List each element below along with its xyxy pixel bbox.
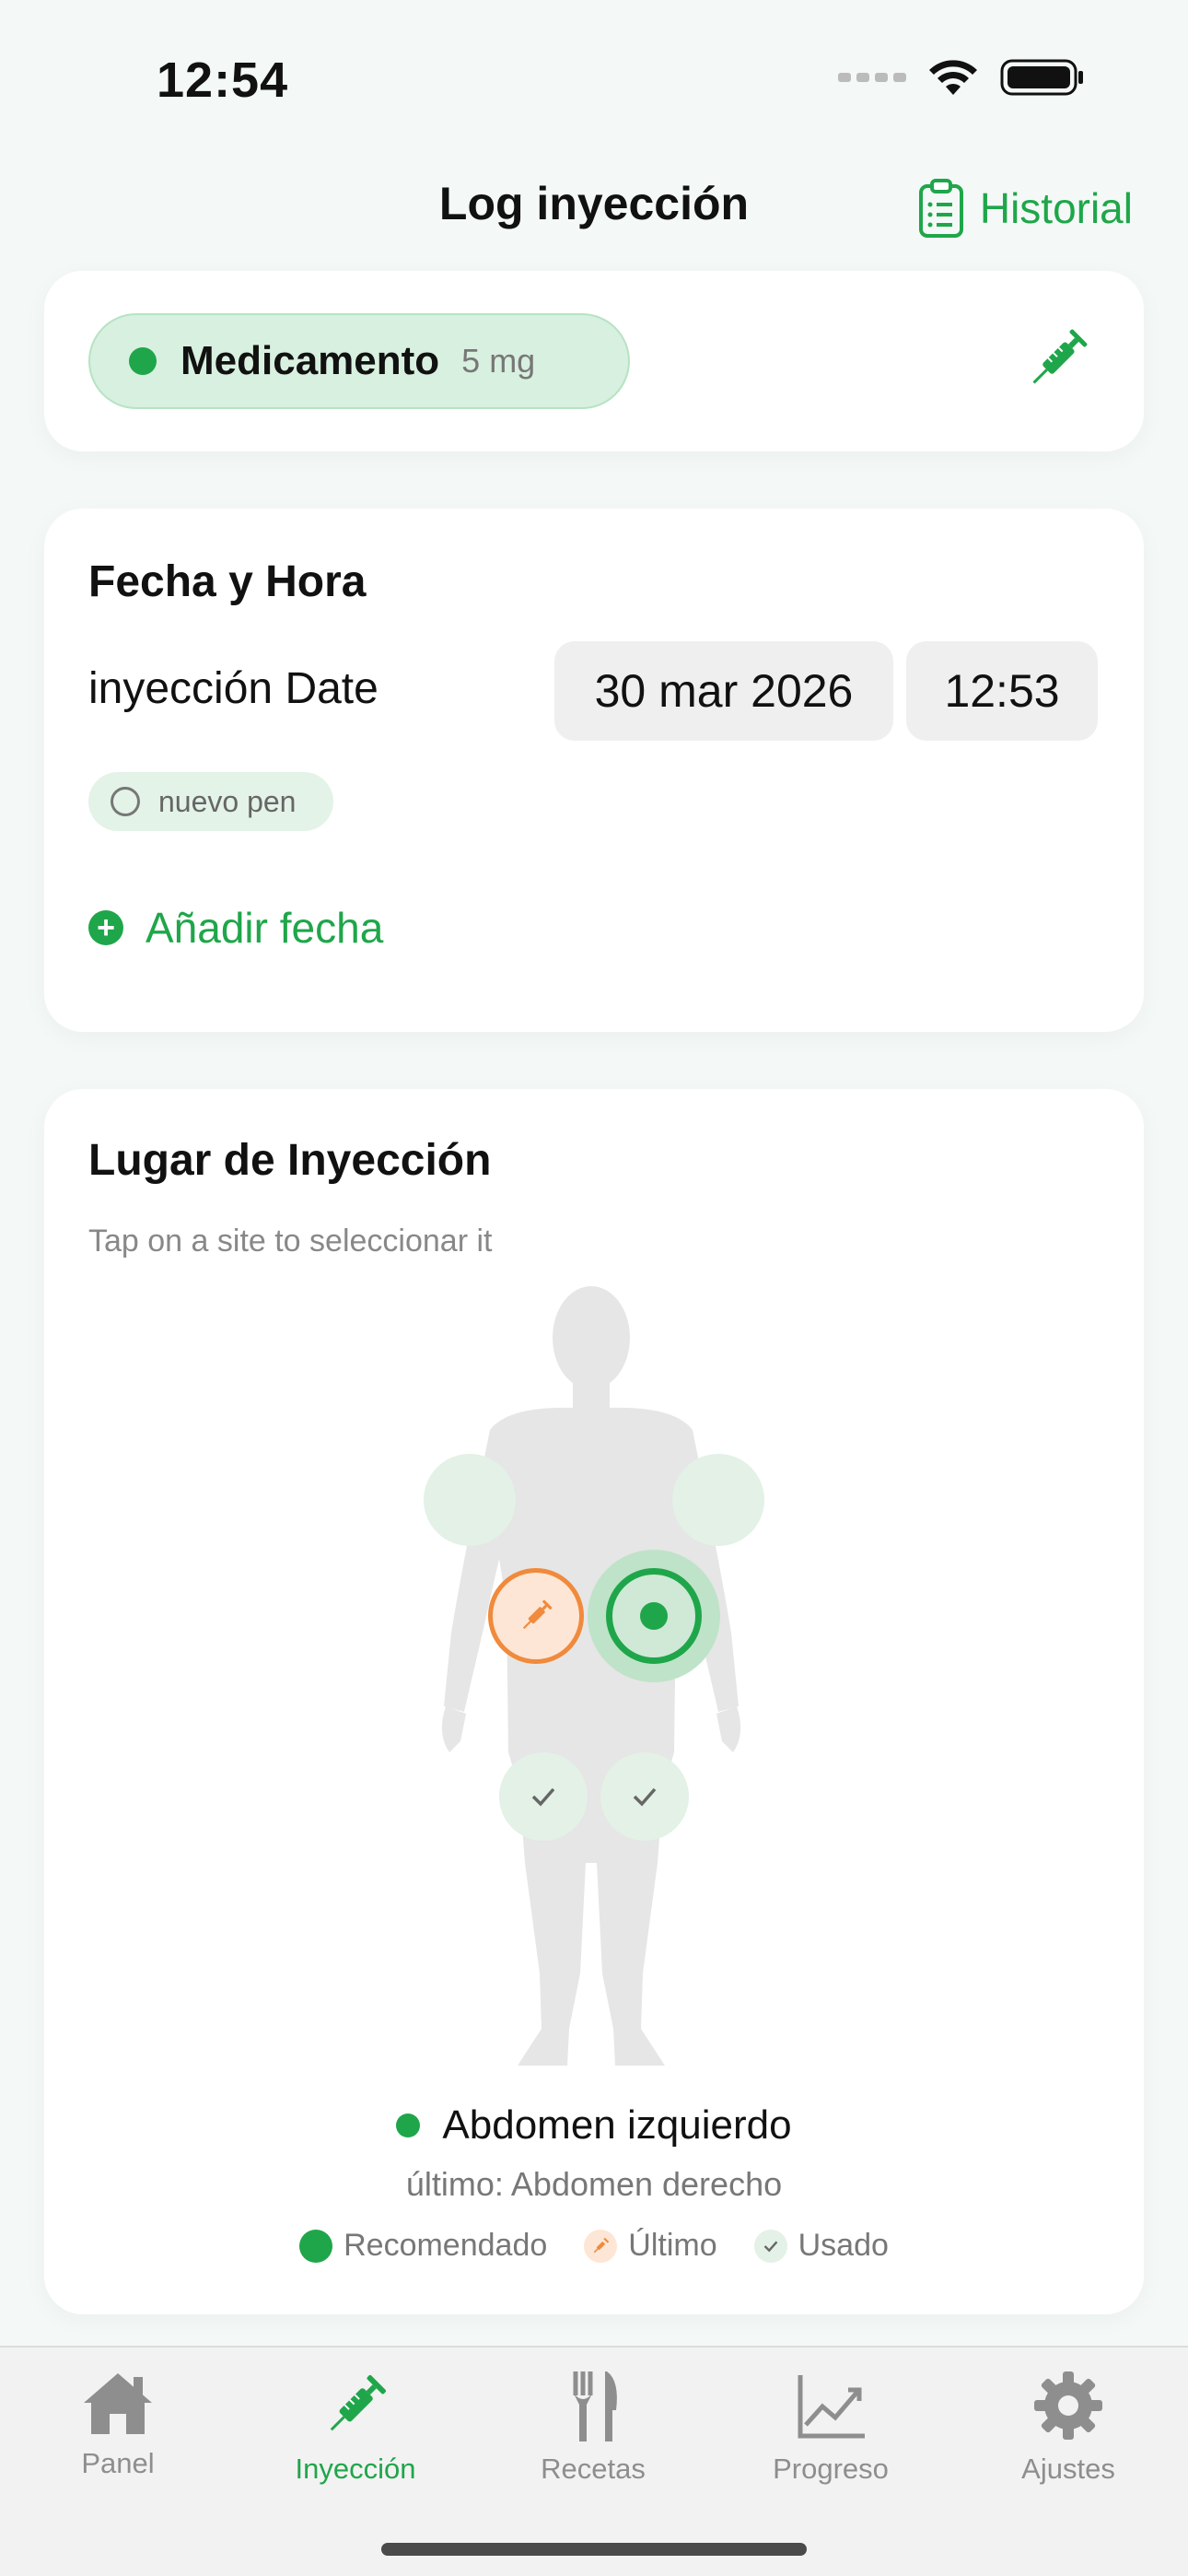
new-pen-toggle[interactable]: nuevo pen [88, 772, 333, 831]
radio-circle-icon [111, 787, 140, 816]
site-abdomen-right[interactable] [488, 1568, 584, 1664]
injection-site-subtitle: Tap on a site to seleccionar it [88, 1224, 493, 1259]
syringe-last-icon [522, 1599, 553, 1630]
injection-site-card: Lugar de Inyección Tap on a site to sele… [44, 1089, 1144, 2314]
date-time-card: Fecha y Hora inyección Date 30 mar 2026 … [44, 509, 1144, 1032]
home-indicator [381, 2543, 807, 2556]
tab-bar: Panel Inyección Recetas Progreso Ajustes [0, 2346, 1188, 2576]
date-picker[interactable]: 30 mar 2026 [554, 641, 893, 741]
medication-card: Medicamento 5 mg [44, 271, 1144, 451]
site-abdomen-left[interactable] [588, 1550, 720, 1682]
selected-site-name: Abdomen izquierdo [442, 2102, 792, 2148]
wifi-icon [929, 60, 977, 95]
fork-knife-icon [573, 2371, 617, 2441]
tab-progress-label: Progreso [773, 2453, 889, 2485]
date-time-title: Fecha y Hora [88, 557, 367, 606]
chart-icon [798, 2375, 865, 2439]
selected-site: Abdomen izquierdo [44, 2102, 1144, 2149]
syringe-icon[interactable] [1019, 321, 1096, 398]
tab-injection-label: Inyección [295, 2453, 416, 2485]
tab-settings[interactable]: Ajustes [967, 2368, 1170, 2486]
selected-site-indicator [396, 2113, 421, 2137]
house-icon [84, 2373, 152, 2434]
site-legend: Recomendado Último Usado [44, 2228, 1144, 2264]
medication-status-dot [129, 347, 157, 375]
battery-icon [1000, 59, 1083, 96]
add-date-button[interactable]: + Añadir fecha [88, 903, 383, 953]
checkmark-icon [633, 1787, 657, 1807]
history-label: Historial [979, 184, 1133, 232]
add-date-label: Añadir fecha [146, 904, 384, 952]
status-time: 12:54 [157, 53, 289, 108]
tab-progress[interactable]: Progreso [729, 2368, 932, 2486]
checkmark-icon [531, 1787, 555, 1807]
tab-settings-label: Ajustes [1021, 2453, 1115, 2485]
tab-recipes-label: Recetas [541, 2453, 646, 2485]
new-pen-label: nuevo pen [158, 784, 297, 818]
tab-panel[interactable]: Panel [17, 2368, 219, 2480]
injection-date-label: inyección Date [88, 664, 379, 713]
legend-last: Último [584, 2228, 717, 2264]
selected-site-dot [640, 1602, 668, 1630]
legend-used-label: Usado [798, 2228, 889, 2263]
tab-panel-label: Panel [81, 2447, 155, 2479]
site-thigh-left[interactable] [600, 1752, 689, 1841]
medication-dose: 5 mg [461, 342, 536, 380]
medication-name: Medicamento [181, 338, 440, 383]
body-silhouette [441, 1286, 741, 2066]
medication-selector[interactable]: Medicamento 5 mg [88, 313, 630, 409]
clipboard-icon [918, 179, 963, 238]
syringe-icon [330, 2374, 387, 2431]
site-thigh-right[interactable] [499, 1752, 588, 1841]
gear-icon [1034, 2371, 1102, 2440]
time-picker[interactable]: 12:53 [906, 641, 1098, 741]
history-button[interactable]: Historial [917, 177, 1133, 240]
last-site-text: último: Abdomen derecho [405, 2165, 783, 2203]
legend-recommended: Recomendado [299, 2228, 547, 2264]
plus-circle-icon: + [88, 910, 123, 945]
legend-recommended-label: Recomendado [344, 2228, 548, 2263]
tab-injection[interactable]: Inyección [254, 2368, 457, 2486]
status-icons [838, 57, 1085, 98]
legend-last-label: Último [628, 2228, 717, 2263]
site-arm-right[interactable] [424, 1454, 516, 1546]
site-arm-left[interactable] [672, 1454, 764, 1546]
cellular-signal-icon [838, 73, 906, 82]
used-check-icon [753, 2229, 787, 2263]
last-syringe-icon [584, 2229, 618, 2263]
status-bar: 12:54 [0, 0, 1188, 147]
recommended-dot-icon [299, 2229, 333, 2263]
injection-site-title: Lugar de Inyección [88, 1136, 492, 1185]
tab-recipes[interactable]: Recetas [492, 2368, 694, 2486]
legend-used: Usado [753, 2228, 889, 2264]
